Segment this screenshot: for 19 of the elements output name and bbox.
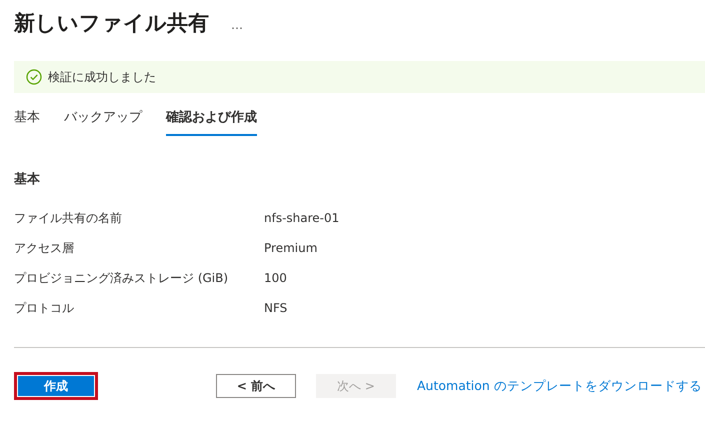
success-icon	[26, 69, 42, 85]
tab[interactable]: 確認および作成	[166, 102, 257, 136]
field-label: ファイル共有の名前	[14, 210, 123, 227]
field-label: プロビジョニング済みストレージ (GiB)	[14, 270, 230, 287]
section-heading: 基本	[14, 171, 41, 188]
field-value: NFS	[264, 300, 288, 317]
field-value: 100	[264, 270, 288, 287]
field-label: アクセス層	[14, 240, 75, 257]
more-button[interactable]: …	[231, 18, 243, 32]
field-label: プロトコル	[14, 300, 75, 317]
field-value: nfs-share-01	[264, 210, 340, 227]
tab[interactable]: バックアップ	[64, 102, 142, 136]
prev-button[interactable]: < 前へ	[216, 374, 296, 398]
banner-text: 検証に成功しました	[48, 68, 156, 86]
page-title: 新しいファイル共有	[14, 10, 209, 37]
tab[interactable]: 基本	[14, 102, 40, 136]
create-button[interactable]: 作成	[14, 372, 98, 400]
field-value: Premium	[264, 240, 318, 257]
download-template-link[interactable]: Automation のテンプレートをダウンロードする	[417, 378, 702, 394]
